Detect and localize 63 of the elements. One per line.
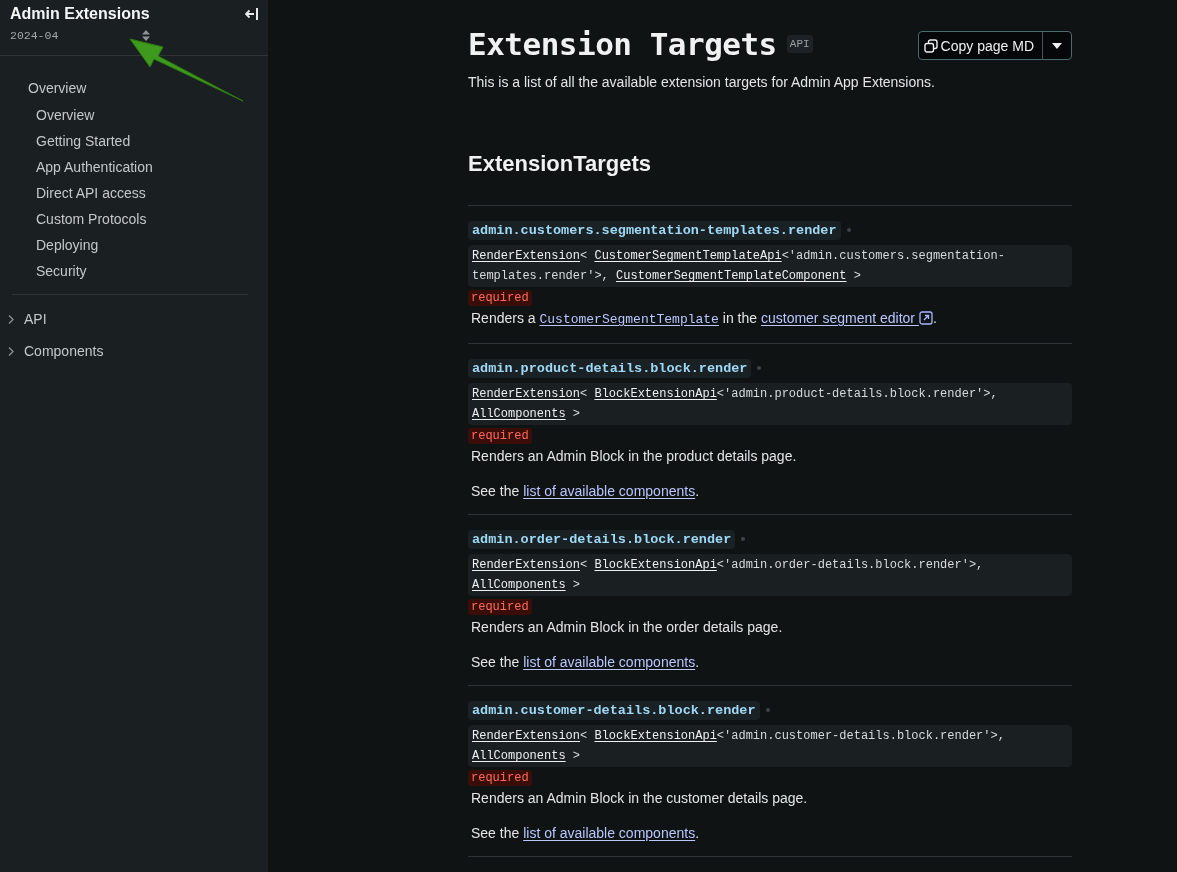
anchor-dot-icon[interactable] xyxy=(765,707,770,712)
type-link[interactable]: RenderExtension xyxy=(472,249,581,263)
type-link[interactable]: RenderExtension xyxy=(472,558,581,572)
required-tag: required xyxy=(468,599,532,615)
type-signature: RenderExtension< CustomerSegmentTemplateApi<'admin.customers.segmentation-templates.render'>, CustomerSegmentTemplateComponent > xyxy=(468,245,1072,287)
nav-item[interactable]: Deploying xyxy=(0,232,268,258)
required-tag: required xyxy=(468,770,532,786)
see-also-text: See the list of available components. xyxy=(471,824,701,843)
intro-text: This is a list of all the available extension targets for Admin App Extensions. xyxy=(468,74,936,90)
nav-item[interactable]: Security xyxy=(0,258,268,284)
target-description: Renders an Admin Block in the order details page. xyxy=(471,618,784,637)
nav-section[interactable]: Components xyxy=(0,335,268,367)
nav-item[interactable]: Direct API access xyxy=(0,180,268,206)
anchor-dot-icon[interactable] xyxy=(757,365,762,370)
type-link[interactable]: RenderExtension xyxy=(472,729,581,743)
version-label: 2024-04 xyxy=(10,29,59,42)
type-link[interactable]: CustomerSegmentTemplateApi xyxy=(594,249,782,263)
external-link[interactable]: customer segment editor xyxy=(760,310,933,326)
nav-section[interactable]: API xyxy=(0,303,268,335)
nav-item[interactable]: Overview xyxy=(0,102,268,128)
required-tag: required xyxy=(468,290,532,306)
chevron-icon xyxy=(8,346,14,356)
copy-page-button[interactable]: Copy page MD xyxy=(918,32,1043,59)
sidebar-title: Admin Extensions xyxy=(10,5,150,23)
external-link-icon xyxy=(918,311,933,325)
target-description: Renders a CustomerSegmentTemplate in the customer segment editor . xyxy=(471,309,938,329)
see-also-text: See the list of available components. xyxy=(471,653,701,672)
caret-icon xyxy=(1052,42,1062,49)
copy-icon xyxy=(923,38,938,53)
type-link[interactable]: AllComponents xyxy=(472,407,566,421)
type-link[interactable]: BlockExtensionApi xyxy=(594,387,717,401)
version-select-icon[interactable] xyxy=(142,30,150,41)
nav-section-label: Components xyxy=(24,343,104,359)
type-signature: RenderExtension< BlockExtensionApi<'admin.order-details.block.render'>, AllComponents > xyxy=(468,554,1072,596)
type-link[interactable]: BlockExtensionApi xyxy=(594,558,717,572)
type-link[interactable]: RenderExtension xyxy=(472,387,581,401)
type-link[interactable]: BlockExtensionApi xyxy=(594,729,717,743)
target-description: Renders an Admin Block in the customer details page. xyxy=(471,789,809,808)
type-link[interactable]: CustomerSegmentTemplateComponent xyxy=(616,269,847,283)
code-link[interactable]: CustomerSegmentTemplate xyxy=(539,312,719,327)
chevron-icon xyxy=(8,314,14,324)
target-name: admin.product-details.block.render xyxy=(468,359,752,378)
nav-group-label: Overview xyxy=(28,80,87,96)
type-signature: RenderExtension< BlockExtensionApi<'admin.product-details.block.render'>, AllComponents > xyxy=(468,383,1072,425)
target-name: admin.customers.segmentation-templates.render xyxy=(468,221,841,240)
nav-item[interactable]: Getting Started xyxy=(0,128,268,154)
page-title: Extension Targets xyxy=(468,26,777,62)
nav-section-label: API xyxy=(24,311,47,327)
nav-item[interactable]: Custom Protocols xyxy=(0,206,268,232)
anchor-dot-icon[interactable] xyxy=(846,227,851,232)
target-name: admin.order-details.block.render xyxy=(468,530,736,549)
type-link[interactable]: AllComponents xyxy=(472,578,566,592)
section-heading: ExtensionTargets xyxy=(468,151,652,177)
nav-item[interactable]: App Authentication xyxy=(0,154,268,180)
type-signature: RenderExtension< BlockExtensionApi<'admin.customer-details.block.render'>, AllComponents > xyxy=(468,725,1072,767)
api-badge: API xyxy=(786,35,813,53)
collapse-sidebar-icon[interactable] xyxy=(245,8,258,20)
target-name: admin.customer-details.block.render xyxy=(468,701,760,720)
type-link[interactable]: AllComponents xyxy=(472,749,566,763)
required-tag: required xyxy=(468,428,532,444)
see-also-text: See the list of available components. xyxy=(471,482,701,501)
target-description: Renders an Admin Block in the product details page. xyxy=(471,447,798,466)
anchor-dot-icon[interactable] xyxy=(741,536,746,541)
